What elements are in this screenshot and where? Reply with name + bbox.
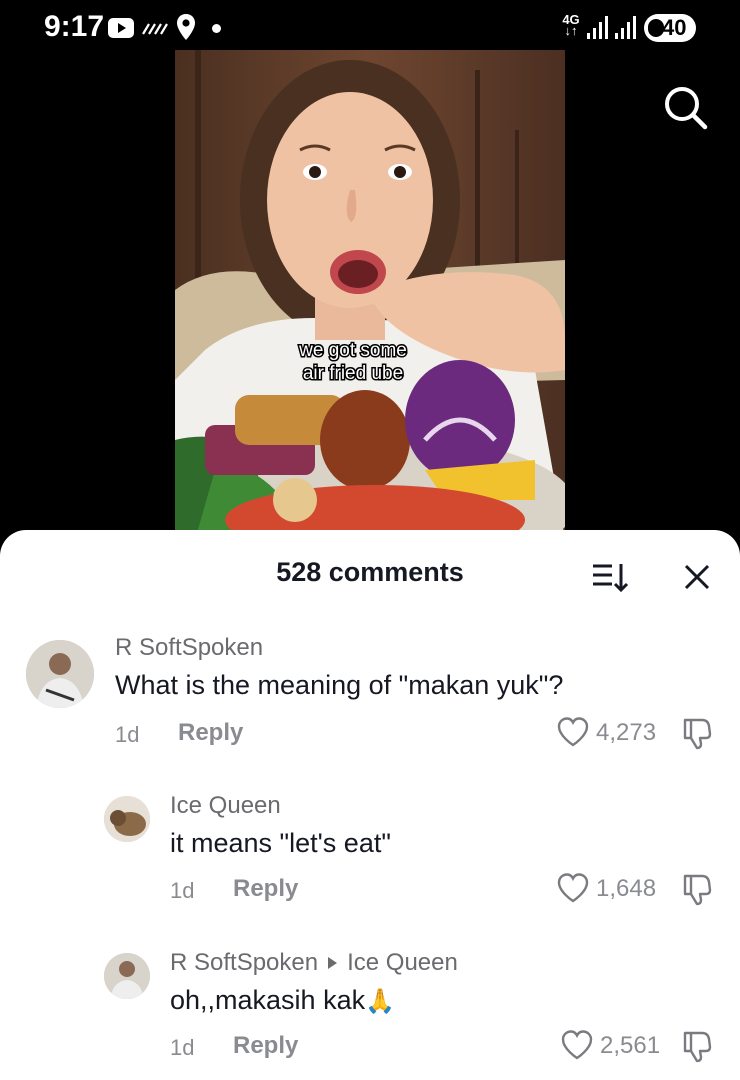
notification-dot bbox=[212, 24, 221, 33]
signal-strength-icon bbox=[587, 16, 608, 39]
comments-sheet: 528 comments R SoftSpoken What is the me… bbox=[0, 530, 740, 1080]
sort-icon bbox=[593, 564, 629, 593]
comment-age: 1d bbox=[170, 1035, 195, 1060]
status-time: 9:17 bbox=[44, 10, 105, 43]
avatar[interactable] bbox=[26, 640, 94, 708]
reply-to-username[interactable]: Ice Queen bbox=[347, 949, 458, 976]
comment-username[interactable]: Ice Queen bbox=[170, 792, 281, 820]
comment-username[interactable]: R SoftSpoken bbox=[115, 634, 263, 662]
like-heart-icon[interactable] bbox=[556, 872, 590, 904]
video-player[interactable]: we got some air fried ube bbox=[175, 50, 565, 540]
battery-indicator: 40 bbox=[644, 14, 696, 42]
reply-button[interactable]: Reply bbox=[178, 719, 243, 747]
like-count: 4,273 bbox=[596, 719, 657, 746]
like-count: 2,561 bbox=[600, 1032, 661, 1059]
signal-strength-icon-2 bbox=[615, 16, 636, 39]
like-count: 1,648 bbox=[596, 875, 657, 902]
comment-age: 1d bbox=[170, 878, 195, 903]
dislike-icon[interactable] bbox=[680, 872, 714, 906]
user-avatar-image bbox=[104, 796, 150, 842]
video-frame-image: we got some air fried ube bbox=[175, 50, 565, 540]
video-caption-line-2: air fried ube bbox=[303, 363, 403, 384]
reply-comment-item: Ice Queen it means "let's eat" 1d Reply … bbox=[0, 788, 740, 928]
reply-button[interactable]: Reply bbox=[233, 1032, 298, 1060]
avatar[interactable] bbox=[104, 953, 150, 999]
praying-hands-emoji: 🙏 bbox=[365, 988, 395, 1015]
close-icon bbox=[684, 564, 710, 590]
comment-text: What is the meaning of "makan yuk"? bbox=[115, 670, 564, 700]
comment-age: 1d bbox=[115, 722, 140, 747]
signal-blocked-icon bbox=[142, 23, 168, 35]
sort-comments-button[interactable] bbox=[590, 560, 630, 594]
user-avatar-image bbox=[26, 640, 94, 708]
dislike-icon[interactable] bbox=[680, 1029, 714, 1063]
video-caption-line-1: we got some bbox=[298, 340, 407, 361]
comment-text-line: oh,,makasih kak🙏 bbox=[170, 985, 395, 1016]
reply-button[interactable]: Reply bbox=[233, 875, 298, 903]
avatar[interactable] bbox=[104, 796, 150, 842]
close-comments-button[interactable] bbox=[682, 562, 712, 592]
youtube-notification-icon bbox=[108, 18, 134, 38]
comment-username[interactable]: R SoftSpoken bbox=[170, 949, 318, 976]
location-icon bbox=[177, 14, 195, 40]
like-heart-icon[interactable] bbox=[556, 716, 590, 748]
network-type: 4G ↓↑ bbox=[562, 12, 580, 38]
battery-level: 40 bbox=[662, 15, 687, 40]
comment-username-line: R SoftSpoken Ice Queen bbox=[170, 949, 458, 977]
reply-arrow-icon bbox=[328, 956, 338, 969]
search-button[interactable] bbox=[660, 82, 712, 134]
dislike-icon[interactable] bbox=[680, 716, 714, 750]
search-icon bbox=[665, 87, 708, 130]
user-avatar-image bbox=[104, 953, 150, 999]
comment-text: oh,,makasih kak bbox=[170, 985, 366, 1015]
comment-text: it means "let's eat" bbox=[170, 828, 391, 858]
comment-item: R SoftSpoken What is the meaning of "mak… bbox=[0, 630, 740, 770]
status-bar: 9:17 4G ↓↑ 40 bbox=[0, 0, 740, 56]
reply-comment-item: R SoftSpoken Ice Queen oh,,makasih kak🙏 1… bbox=[0, 945, 740, 1080]
like-heart-icon[interactable] bbox=[560, 1029, 594, 1061]
battery-saver-icon bbox=[648, 19, 664, 37]
